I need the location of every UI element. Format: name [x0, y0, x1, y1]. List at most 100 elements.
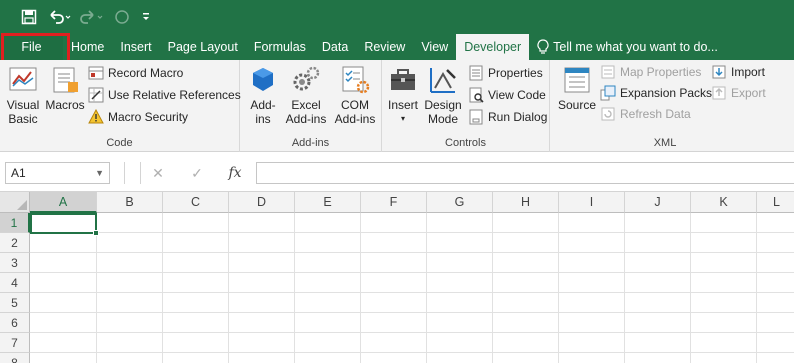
tell-me-text: Tell me what you want to do...: [553, 40, 718, 54]
properties-button[interactable]: Properties: [468, 63, 543, 83]
group-controls-label: Controls: [445, 137, 486, 149]
use-relative-label: Use Relative References: [108, 88, 241, 102]
expansion-packs-label: Expansion Packs: [620, 86, 713, 100]
group-addins: Add- ins Excel Add-ins COM Add-ins Add-i…: [240, 60, 382, 152]
tab-data[interactable]: Data: [314, 34, 356, 60]
column-header-k[interactable]: K: [691, 192, 757, 213]
refresh-data-label: Refresh Data: [620, 107, 691, 121]
view-code-button[interactable]: View Code: [468, 85, 546, 105]
row-header-5[interactable]: 5: [0, 293, 30, 313]
column-header-e[interactable]: E: [295, 192, 361, 213]
save-icon[interactable]: [14, 5, 44, 29]
customize-icon[interactable]: [136, 5, 156, 29]
xml-source-icon: [564, 67, 590, 93]
map-properties-label: Map Properties: [620, 65, 702, 79]
tab-file[interactable]: File: [0, 34, 63, 60]
visual-basic-button[interactable]: Visual Basic: [4, 64, 42, 126]
row-header-1[interactable]: 1: [0, 213, 30, 233]
row-header-3[interactable]: 3: [0, 253, 30, 273]
addins-button[interactable]: Add- ins: [245, 64, 281, 126]
export-button[interactable]: Export: [711, 83, 766, 103]
active-cell[interactable]: [30, 213, 97, 234]
com-addins-icon: [342, 66, 370, 94]
excel-addins-label-1: Excel: [291, 98, 321, 112]
tab-page-layout[interactable]: Page Layout: [160, 34, 246, 60]
properties-label: Properties: [488, 66, 543, 80]
column-header-b[interactable]: B: [97, 192, 163, 213]
addins-label-1: Add-: [250, 98, 276, 112]
macros-button[interactable]: Macros: [43, 64, 87, 112]
column-gridline: [426, 213, 427, 363]
tab-formulas[interactable]: Formulas: [246, 34, 314, 60]
source-button[interactable]: Source: [555, 64, 599, 112]
group-xml: Source Map Properties Expansion Packs Re…: [550, 60, 780, 152]
record-macro-button[interactable]: Record Macro: [88, 63, 183, 83]
column-gridline: [756, 213, 757, 363]
name-box[interactable]: A1 ▼: [5, 162, 110, 184]
fill-handle[interactable]: [93, 230, 99, 236]
enter-icon[interactable]: ✓: [184, 162, 210, 184]
column-gridline: [228, 213, 229, 363]
row-header-7[interactable]: 7: [0, 333, 30, 353]
tell-me-box[interactable]: Tell me what you want to do...: [529, 34, 718, 60]
tab-review[interactable]: Review: [356, 34, 413, 60]
import-label: Import: [731, 65, 766, 79]
column-gridline: [294, 213, 295, 363]
properties-icon: [469, 65, 483, 81]
column-header-a[interactable]: A: [30, 192, 97, 213]
column-header-l[interactable]: L: [757, 192, 794, 213]
formula-bar: A1 ▼ ✕ ✓ fx: [0, 152, 794, 192]
row-header-6[interactable]: 6: [0, 313, 30, 333]
tab-home[interactable]: Home: [63, 34, 112, 60]
column-header-j[interactable]: J: [625, 192, 691, 213]
column-header-h[interactable]: H: [493, 192, 559, 213]
formula-input[interactable]: [256, 162, 794, 184]
addins-icon: [253, 68, 273, 91]
import-button[interactable]: Import: [711, 62, 765, 82]
design-mode-label-1: Design: [424, 98, 462, 112]
column-header-c[interactable]: C: [163, 192, 229, 213]
ribbon-tabs: File Home Insert Page Layout Formulas Da…: [0, 33, 794, 60]
excel-addins-button[interactable]: Excel Add-ins: [282, 64, 330, 126]
row-header-8[interactable]: 8: [0, 353, 30, 363]
run-dialog-button[interactable]: Run Dialog: [468, 107, 547, 127]
formula-bar-divider-2: [140, 162, 141, 184]
row-header-2[interactable]: 2: [0, 233, 30, 253]
worksheet-grid[interactable]: ABCDEFGHIJKL 12345678: [0, 192, 794, 363]
view-code-icon: [469, 87, 484, 103]
run-dialog-icon: [469, 109, 483, 125]
excel-addins-label-2: Add-ins: [285, 112, 327, 126]
run-dialog-label: Run Dialog: [488, 110, 548, 124]
macros-label: Macros: [45, 98, 85, 112]
map-properties-button[interactable]: Map Properties: [600, 62, 701, 82]
column-header-i[interactable]: I: [559, 192, 625, 213]
name-box-dropdown-icon[interactable]: ▼: [95, 163, 104, 183]
redo-icon[interactable]: [76, 5, 108, 29]
select-all-button[interactable]: [0, 192, 30, 213]
tab-developer[interactable]: Developer: [456, 34, 530, 60]
com-addins-button[interactable]: COM Add-ins: [331, 64, 379, 126]
insert-function-icon[interactable]: fx: [222, 162, 248, 184]
column-header-d[interactable]: D: [229, 192, 295, 213]
tab-view[interactable]: View: [413, 34, 456, 60]
design-mode-button[interactable]: Design Mode: [422, 64, 464, 126]
row-header-4[interactable]: 4: [0, 273, 30, 293]
touch-mode-icon[interactable]: [108, 5, 136, 29]
design-mode-label-2: Mode: [427, 112, 459, 126]
macro-security-button[interactable]: Macro Security: [88, 107, 188, 127]
undo-icon[interactable]: [44, 5, 76, 29]
row-gridline: [30, 332, 794, 333]
expansion-packs-button[interactable]: Expansion Packs: [600, 83, 712, 103]
insert-control-button[interactable]: Insert ▾: [385, 64, 421, 126]
column-header-f[interactable]: F: [361, 192, 427, 213]
column-header-g[interactable]: G: [427, 192, 493, 213]
export-icon: [712, 86, 726, 100]
group-controls: Insert ▾ Design Mode Properties View Cod…: [382, 60, 550, 152]
name-box-value: A1: [11, 166, 26, 180]
cancel-icon[interactable]: ✕: [145, 162, 171, 184]
gears-icon: [293, 66, 320, 91]
tab-insert[interactable]: Insert: [112, 34, 159, 60]
visual-basic-label-1: Visual: [6, 98, 40, 112]
refresh-data-button[interactable]: Refresh Data: [600, 104, 691, 124]
use-relative-references-button[interactable]: Use Relative References: [88, 85, 241, 105]
